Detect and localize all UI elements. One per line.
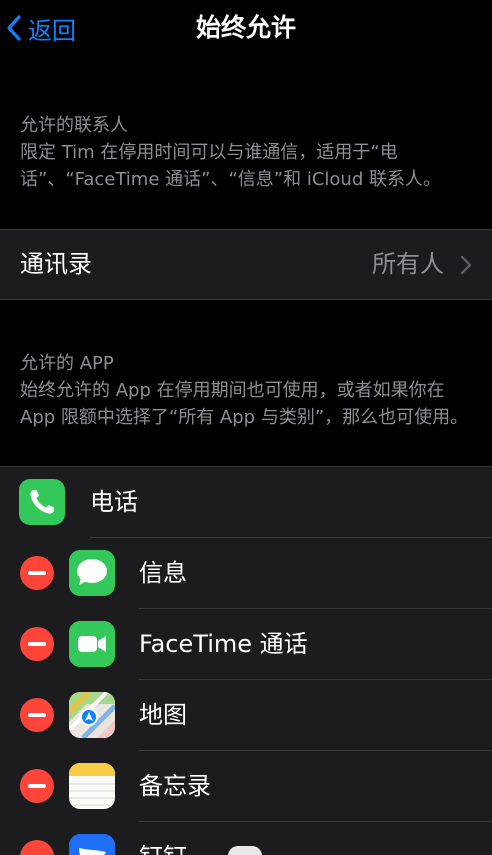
maps-icon [69,692,115,738]
app-row-facetime[interactable]: FaceTime 通话 [0,609,492,680]
remove-button[interactable] [20,698,54,732]
messages-icon [69,550,115,596]
contacts-description: 限定 Tim 在停用时间可以与谁通信，适用于“电话”、“FaceTime 通话”… [20,142,441,190]
remove-button[interactable] [20,627,54,661]
remove-button[interactable] [20,556,54,590]
contacts-row-value: 所有人 [372,250,444,278]
app-label: 电话 [90,488,138,516]
apps-header-label: 允许的 APP [20,353,114,374]
navigation-bar: 返回 始终允许 [0,0,492,56]
remove-button[interactable] [20,840,54,855]
apps-description: 始终允许的 App 在停用期间也可使用，或者如果你在 App 限额中选择了“所有… [20,380,469,428]
app-row-messages[interactable]: 信息 [0,538,492,609]
notes-icon [69,763,115,809]
contacts-row-label: 通讯录 [20,250,92,278]
chevron-right-icon [460,255,472,275]
app-row-maps[interactable]: 地图 [0,680,492,751]
app-badge-icon [228,846,262,855]
dingtalk-icon [69,834,115,855]
divider [0,299,492,300]
contacts-section-header: 允许的联系人 限定 Tim 在停用时间可以与谁通信，适用于“电话”、“FaceT… [20,112,472,193]
phone-icon [19,479,65,525]
app-label: FaceTime 通话 [139,630,308,658]
app-label: 钉钉 [139,822,187,855]
app-row-notes[interactable]: 备忘录 [0,751,492,822]
app-row-dingtalk[interactable]: 钉钉 [0,822,492,855]
app-label: 信息 [139,559,187,587]
app-row-phone[interactable]: 电话 [0,467,492,538]
facetime-icon [69,621,115,667]
apps-section-header: 允许的 APP 始终允许的 App 在停用期间也可使用，或者如果你在 App 限… [20,350,472,431]
remove-button[interactable] [20,769,54,803]
contacts-row[interactable]: 通讯录 所有人 [0,230,492,299]
contacts-header-label: 允许的联系人 [20,115,128,136]
app-label: 地图 [139,701,187,729]
app-label: 备忘录 [139,772,211,800]
page-title: 始终允许 [195,13,296,42]
